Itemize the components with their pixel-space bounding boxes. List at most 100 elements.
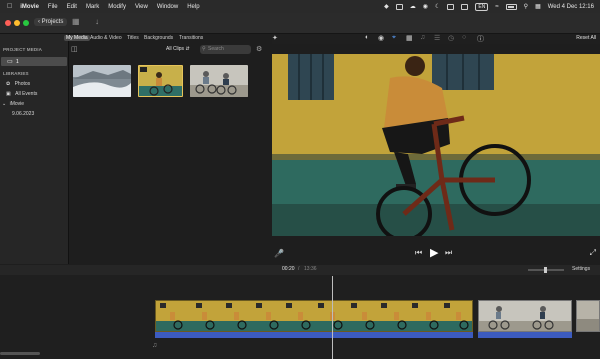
menu-window[interactable]: Window: [157, 4, 178, 10]
speed-icon[interactable]: ◷: [448, 34, 454, 42]
media-thumbnail[interactable]: [190, 65, 248, 97]
play-button[interactable]: ▶: [430, 246, 438, 259]
window-icon[interactable]: [447, 3, 455, 10]
clock-text[interactable]: Wed 4 Dec 12:16: [548, 4, 594, 10]
battery-icon[interactable]: [505, 3, 517, 10]
timeline-header: 00:20 / 13:36 Settings: [0, 265, 600, 275]
library-imovie[interactable]: ⌄ iMovie: [2, 101, 24, 107]
sidebar-toggle-icon[interactable]: ◫: [71, 45, 78, 53]
browser-tabs: My Media Audio & Video Titles Background…: [64, 34, 271, 44]
project-media-item[interactable]: ▭ 1: [1, 57, 67, 66]
timeline-clip[interactable]: [576, 300, 600, 332]
skip-back-icon[interactable]: ⏮: [415, 248, 422, 258]
library-item-photos[interactable]: ✿ Photos: [6, 81, 30, 87]
crop-icon[interactable]: ⌖: [392, 34, 396, 42]
tab-my-media[interactable]: My Media: [64, 35, 90, 41]
tab-backgrounds[interactable]: Backgrounds: [144, 35, 173, 41]
time-separator: /: [298, 266, 300, 272]
close-window-icon[interactable]: [5, 20, 11, 26]
search-placeholder: Search: [208, 46, 224, 52]
tab-transitions[interactable]: Transitions: [179, 35, 203, 41]
menu-modify[interactable]: Modify: [108, 4, 126, 10]
menu-file[interactable]: File: [48, 4, 58, 10]
screen-icon[interactable]: [395, 3, 403, 10]
color-correction-icon[interactable]: ◉: [378, 34, 384, 42]
playback-controls: 🎤 ⏮ ▶ ⏭ ⤢: [272, 244, 600, 262]
color-balance-icon[interactable]: ◐: [365, 34, 369, 41]
video-frame: [272, 54, 600, 236]
clip-filmstrip: [156, 301, 472, 331]
audio-waveform[interactable]: [155, 332, 473, 338]
cloud-icon[interactable]: ☁: [410, 3, 416, 10]
timeline-clip[interactable]: [155, 300, 473, 332]
menu-view[interactable]: View: [135, 4, 148, 10]
microphone-icon[interactable]: 🎤: [274, 249, 284, 258]
stabilization-icon[interactable]: ▦: [406, 34, 413, 42]
filter-icon[interactable]: ○: [462, 34, 466, 41]
noise-reduction-icon[interactable]: ☰: [434, 34, 440, 42]
wifi-icon[interactable]: ≈: [495, 4, 498, 10]
current-time: 00:20: [282, 266, 295, 272]
star-icon: ▣: [6, 91, 11, 97]
projects-button[interactable]: ‹ Projects: [34, 18, 68, 26]
input-language[interactable]: EN: [475, 2, 489, 11]
dropbox-icon[interactable]: ◆: [384, 3, 389, 10]
projects-label: Projects: [41, 19, 64, 25]
chat-icon[interactable]: ◉: [423, 3, 428, 10]
toolbar: ‹ Projects ▦ ↓: [0, 13, 600, 34]
search-input[interactable]: ⚲ Search: [200, 45, 251, 54]
menu-help[interactable]: Help: [187, 4, 199, 10]
clip-filmstrip: [479, 301, 571, 331]
clip-filmstrip: [577, 301, 599, 331]
search-menu-icon[interactable]: ⚲: [524, 3, 528, 10]
total-time: 13:36: [304, 266, 317, 272]
skip-forward-icon[interactable]: ⏭: [445, 248, 452, 258]
libraries-sidebar: PROJECT MEDIA ▭ 1 LIBRARIES ✿ Photos ▣ A…: [0, 34, 69, 264]
volume-icon[interactable]: ♫: [420, 34, 425, 41]
zoom-window-icon[interactable]: [23, 20, 29, 26]
event-date-label: 9.06.2023: [12, 111, 35, 117]
thumbnail-image-mountain: [73, 65, 131, 97]
project-media-label: 1: [16, 59, 19, 65]
chevron-down-icon: ⌄: [2, 101, 7, 107]
audio-waveform[interactable]: [478, 332, 572, 338]
magic-wand-icon[interactable]: ✦: [272, 34, 278, 42]
playhead[interactable]: [332, 276, 333, 359]
apple-icon[interactable]: : [7, 3, 12, 10]
tab-audio-video[interactable]: Audio & Video: [90, 35, 122, 41]
library-item-all-events-label: All Events: [15, 91, 38, 97]
library-imovie-label: iMovie: [9, 101, 25, 107]
menu-edit[interactable]: Edit: [67, 4, 77, 10]
media-thumbnail-selected[interactable]: [138, 65, 183, 97]
video-viewer[interactable]: [272, 54, 600, 236]
keyboard-icon[interactable]: [461, 3, 469, 10]
settings-button[interactable]: Settings: [572, 266, 590, 272]
control-center-icon[interactable]: ▦: [535, 3, 541, 10]
media-thumbnail[interactable]: [73, 65, 131, 97]
all-clips-filter[interactable]: All Clips ⇵: [166, 46, 190, 52]
minimize-window-icon[interactable]: [14, 20, 20, 26]
project-media-header: PROJECT MEDIA: [3, 47, 43, 52]
library-list-icon[interactable]: ▦: [72, 17, 80, 26]
info-icon[interactable]: ⓘ: [477, 34, 484, 44]
event-item[interactable]: 9.06.2023: [12, 111, 34, 117]
tab-titles[interactable]: Titles: [127, 35, 139, 41]
menu-mark[interactable]: Mark: [86, 4, 99, 10]
library-item-all-events[interactable]: ▣ All Events: [6, 91, 37, 97]
adjustments-bar: ✦ ◐ ◉ ⌖ ▦ ♫ ☰ ◷ ○ ⓘ Reset All: [272, 34, 600, 44]
search-icon: ⚲: [202, 46, 206, 52]
import-icon[interactable]: ↓: [95, 17, 99, 26]
film-icon: ▭: [7, 59, 13, 65]
fullscreen-icon[interactable]: ⤢: [590, 248, 596, 258]
all-clips-label: All Clips: [166, 46, 185, 52]
timeline-clip[interactable]: [478, 300, 572, 332]
reset-all-button[interactable]: Reset All: [576, 35, 596, 41]
thumbnail-image-rider: [139, 66, 182, 96]
horizontal-scrollbar[interactable]: [0, 352, 40, 355]
menu-app-name[interactable]: iMovie: [20, 4, 39, 10]
zoom-slider-handle[interactable]: [544, 267, 547, 273]
zoom-slider[interactable]: [528, 267, 564, 273]
settings-gear-icon[interactable]: ⚙: [256, 45, 262, 53]
menu-bar:  iMovie File Edit Mark Modify View Wind…: [0, 0, 600, 13]
moon-icon[interactable]: ☾: [435, 3, 440, 10]
